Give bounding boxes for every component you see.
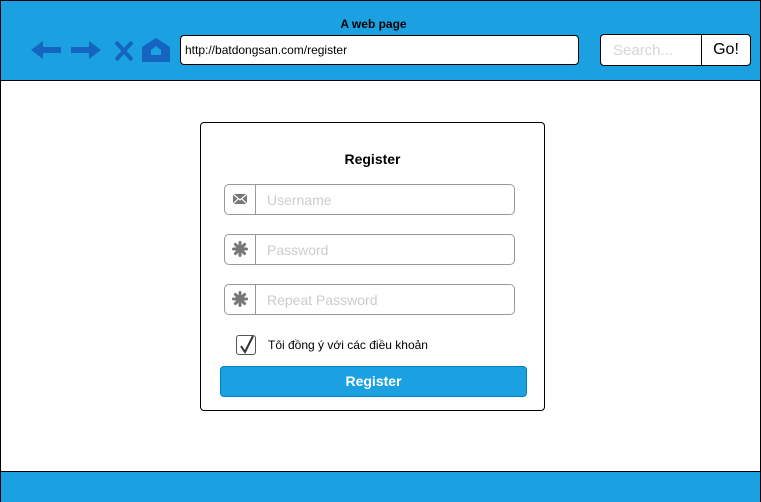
back-arrow-icon[interactable] [28,35,64,65]
asterisk-icon [225,285,256,314]
search-input[interactable] [600,34,701,66]
form-title: Register [344,151,401,167]
username-input[interactable] [256,185,512,214]
register-card: Register Tôi đồng ý với các điều khoản R… [200,122,545,411]
terms-checkbox[interactable] [236,335,256,355]
repeat-password-input[interactable] [256,285,512,314]
terms-label: Tôi đồng ý với các điều khoản [268,338,428,352]
browser-toolbar: A web page Go! [1,1,760,81]
password-field [224,234,515,265]
envelope-icon [225,185,256,214]
window-title: A web page [340,17,407,31]
status-bar [1,471,760,502]
browser-window: A web page Go! Register [0,0,761,502]
checkmark-icon [240,335,254,354]
register-button[interactable]: Register [220,366,527,397]
username-field [224,184,515,215]
close-icon[interactable] [106,35,142,65]
password-input[interactable] [256,235,512,264]
asterisk-icon [225,235,256,264]
url-bar[interactable] [180,35,579,65]
go-button[interactable]: Go! [701,34,751,66]
repeat-password-field [224,284,515,315]
forward-arrow-icon[interactable] [68,35,104,65]
home-icon[interactable] [138,35,174,65]
